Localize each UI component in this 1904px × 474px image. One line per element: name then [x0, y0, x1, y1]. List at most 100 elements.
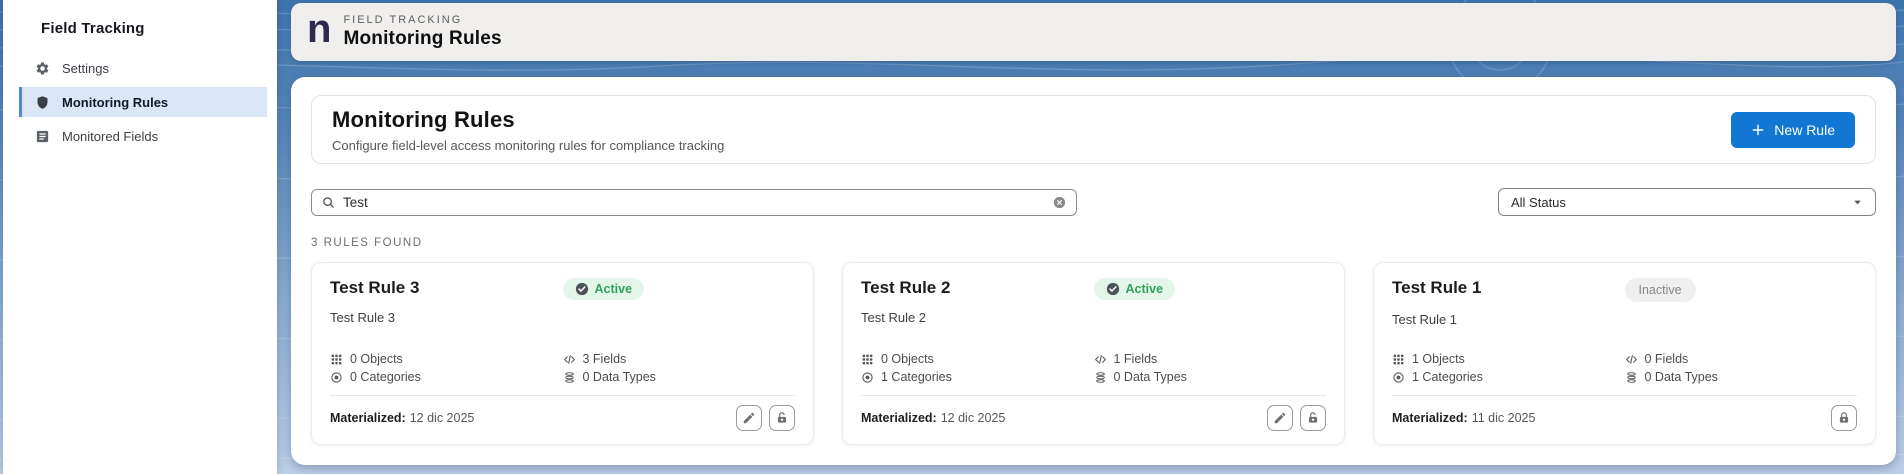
code-icon [1625, 353, 1638, 366]
rule-card-footer: Materialized: 12 dic 2025 [861, 395, 1326, 431]
data-types-stat-label: 0 Data Types [1114, 370, 1187, 384]
new-rule-label: New Rule [1774, 122, 1835, 138]
rule-card-top: Test Rule 1 Inactive [1392, 278, 1857, 302]
rule-card[interactable]: Test Rule 3 Active Test Rule 3 0 Objects… [311, 262, 814, 445]
page-subheading: Configure field-level access monitoring … [332, 138, 724, 153]
page-heading: Monitoring Rules [332, 107, 724, 133]
grid-icon [1392, 353, 1405, 366]
lock-open-icon [775, 411, 789, 425]
database-icon [563, 371, 576, 384]
rule-card[interactable]: Test Rule 2 Active Test Rule 2 0 Objects… [842, 262, 1345, 445]
objects-stat: 0 Objects [861, 352, 1094, 366]
sidebar-item-label: Monitored Fields [62, 129, 158, 144]
materialized-date: 11 dic 2025 [1472, 411, 1536, 425]
data-types-stat: 0 Data Types [1094, 370, 1327, 384]
topbar-text: FIELD TRACKING Monitoring Rules [343, 14, 501, 50]
rule-stats: 0 Objects 3 Fields 0 Categories 0 Data T… [330, 352, 795, 384]
chevron-down-icon [1852, 197, 1863, 208]
fields-stat-label: 0 Fields [1645, 352, 1689, 366]
lock-closed-icon [1837, 411, 1851, 425]
search-input[interactable] [343, 195, 1045, 210]
check-circle-icon [1106, 282, 1120, 296]
fields-stat: 0 Fields [1625, 352, 1858, 366]
rule-status-badge: Active [563, 278, 645, 300]
categories-stat-label: 1 Categories [881, 370, 952, 384]
materialized-info: Materialized: 12 dic 2025 [861, 411, 1005, 425]
rule-card-top: Test Rule 3 Active [330, 278, 795, 300]
fields-list-icon [35, 129, 50, 144]
fields-stat-label: 1 Fields [1114, 352, 1158, 366]
rule-stats: 1 Objects 0 Fields 1 Categories 0 Data T… [1392, 352, 1857, 384]
unlock-rule-button[interactable] [1300, 405, 1326, 431]
materialized-date: 12 dic 2025 [941, 411, 1006, 425]
plus-icon [1751, 123, 1765, 137]
materialized-info: Materialized: 12 dic 2025 [330, 411, 474, 425]
rule-status-badge: Active [1094, 278, 1176, 300]
sidebar-item-label: Monitoring Rules [62, 95, 168, 110]
data-types-stat-label: 0 Data Types [583, 370, 656, 384]
rules-grid: Test Rule 3 Active Test Rule 3 0 Objects… [311, 262, 1876, 445]
materialized-label: Materialized: [1392, 411, 1468, 425]
materialized-label: Materialized: [861, 411, 937, 425]
fields-stat: 1 Fields [1094, 352, 1327, 366]
rule-card-actions [1267, 405, 1326, 431]
materialized-date: 12 dic 2025 [410, 411, 475, 425]
categories-stat: 0 Categories [330, 370, 563, 384]
rule-status-label: Inactive [1639, 283, 1682, 297]
rule-card-actions [1831, 405, 1857, 431]
sidebar-item-label: Settings [62, 61, 109, 76]
fields-stat-label: 3 Fields [583, 352, 627, 366]
grid-icon [861, 353, 874, 366]
rule-name: Test Rule 1 [1392, 278, 1625, 298]
sidebar-item-monitored-fields[interactable]: Monitored Fields [19, 121, 267, 151]
status-filter-dropdown[interactable]: All Status [1498, 188, 1876, 216]
fields-stat: 3 Fields [563, 352, 796, 366]
page-header-text: Monitoring Rules Configure field-level a… [332, 107, 724, 153]
sidebar-item-monitoring-rules[interactable]: Monitoring Rules [19, 87, 267, 117]
edit-rule-button[interactable] [736, 405, 762, 431]
sidebar: Field Tracking Settings Monitoring Rules… [3, 0, 277, 474]
rule-card-footer: Materialized: 12 dic 2025 [330, 395, 795, 431]
target-icon [330, 371, 343, 384]
results-count: 3 RULES FOUND [311, 237, 1876, 249]
search-icon [321, 195, 336, 210]
shield-icon [35, 95, 50, 110]
objects-stat-label: 0 Objects [350, 352, 403, 366]
objects-stat-label: 0 Objects [881, 352, 934, 366]
search-box [311, 189, 1077, 216]
lock-rule-button[interactable] [1831, 405, 1857, 431]
objects-stat-label: 1 Objects [1412, 352, 1465, 366]
categories-stat: 1 Categories [861, 370, 1094, 384]
sidebar-item-settings[interactable]: Settings [19, 53, 267, 83]
rule-status-badge: Inactive [1625, 278, 1696, 302]
database-icon [1625, 371, 1638, 384]
lock-open-icon [1306, 411, 1320, 425]
topbar-page-title: Monitoring Rules [343, 28, 501, 50]
rule-description: Test Rule 2 [861, 310, 1326, 325]
rule-name: Test Rule 2 [861, 278, 1094, 298]
code-icon [563, 353, 576, 366]
pencil-icon [742, 411, 756, 425]
topbar: n FIELD TRACKING Monitoring Rules [291, 3, 1896, 61]
sidebar-title: Field Tracking [3, 0, 277, 37]
sidebar-nav: Settings Monitoring Rules Monitored Fiel… [3, 53, 277, 151]
objects-stat: 1 Objects [1392, 352, 1625, 366]
app-logo: n [307, 11, 331, 47]
code-icon [1094, 353, 1107, 366]
edit-rule-button[interactable] [1267, 405, 1293, 431]
grid-icon [330, 353, 343, 366]
clear-search-button[interactable] [1052, 195, 1067, 210]
page-header-card: Monitoring Rules Configure field-level a… [311, 95, 1876, 164]
objects-stat: 0 Objects [330, 352, 563, 366]
rule-description: Test Rule 3 [330, 310, 795, 325]
target-icon [1392, 371, 1405, 384]
rule-status-label: Active [1126, 282, 1164, 296]
new-rule-button[interactable]: New Rule [1731, 112, 1855, 148]
materialized-info: Materialized: 11 dic 2025 [1392, 411, 1535, 425]
rule-card[interactable]: Test Rule 1 Inactive Test Rule 1 1 Objec… [1373, 262, 1876, 445]
categories-stat-label: 1 Categories [1412, 370, 1483, 384]
unlock-rule-button[interactable] [769, 405, 795, 431]
clear-circle-icon [1052, 195, 1067, 210]
rule-status-label: Active [595, 282, 633, 296]
materialized-label: Materialized: [330, 411, 406, 425]
